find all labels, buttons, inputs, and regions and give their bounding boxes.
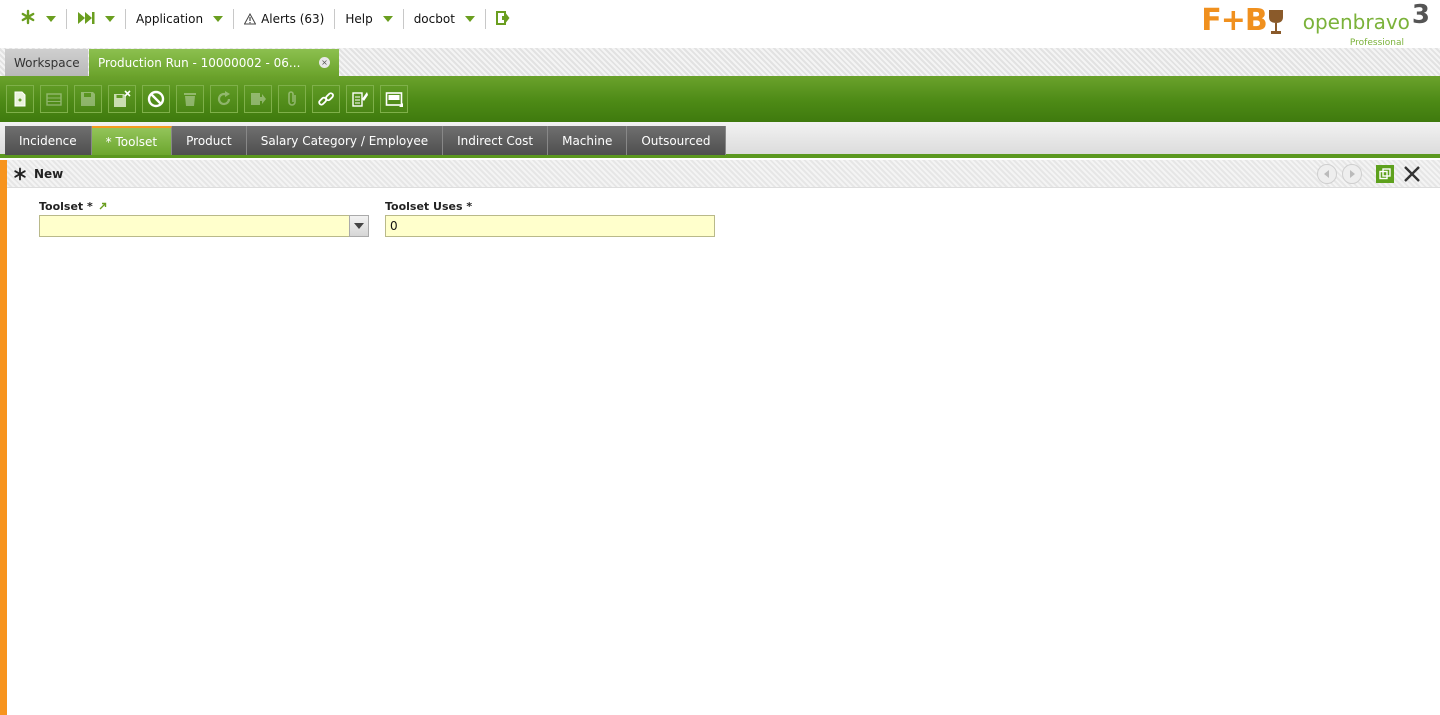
toolset-uses-input[interactable] [385, 215, 715, 237]
brand-area: F+B openbravo3 Professional [1201, 2, 1430, 48]
tab-salary-category-employee[interactable]: Salary Category / Employee [246, 126, 444, 155]
toolset-dropdown-button[interactable] [349, 215, 369, 237]
maximize-button[interactable] [1376, 165, 1394, 183]
grid-icon [46, 93, 62, 106]
create-star-icon [20, 9, 36, 29]
main-menu: Application Alerts (63) Help docbot [10, 8, 520, 30]
save-close-button[interactable] [108, 85, 136, 113]
close-form-button[interactable] [1402, 164, 1422, 184]
process-button[interactable] [346, 85, 374, 113]
tab-production-run[interactable]: Production Run - 10000002 - 06... × [89, 49, 339, 76]
logout-icon [495, 10, 510, 28]
chevron-down-icon [46, 16, 56, 22]
process-icon [352, 92, 368, 107]
close-tab-icon[interactable]: × [319, 57, 330, 68]
warning-icon [244, 13, 257, 25]
delete-button[interactable] [176, 85, 204, 113]
tab-label: Workspace [14, 55, 80, 70]
arrow-left-icon [1324, 170, 1329, 178]
product-version: 3 [1411, 0, 1430, 30]
tab-layout-button[interactable] [380, 85, 408, 113]
open-link-arrow-icon[interactable] [99, 202, 107, 210]
save-icon [81, 92, 95, 106]
attach-button[interactable] [278, 85, 306, 113]
toolset-label: Toolset * [39, 200, 107, 213]
quick-create-menu[interactable] [10, 9, 67, 29]
form-status-title: New [34, 166, 64, 181]
alerts-link[interactable]: Alerts (63) [234, 9, 336, 29]
application-menu[interactable]: Application [126, 9, 235, 29]
alerts-label: Alerts (63) [261, 12, 325, 26]
client-logo: F+B [1201, 6, 1285, 36]
close-icon [1404, 166, 1420, 182]
tab-outsourced[interactable]: Outsourced [627, 126, 726, 155]
logout-button[interactable] [486, 9, 520, 29]
tab-indirect-cost[interactable]: Indirect Cost [443, 126, 549, 155]
fast-forward-icon [77, 11, 95, 28]
attach-icon [288, 91, 296, 106]
help-menu-label: Help [345, 12, 373, 26]
chevron-down-icon [105, 16, 115, 22]
refresh-icon [217, 91, 231, 106]
client-logo-text: F+B [1201, 3, 1267, 38]
tab-incidence[interactable]: Incidence [5, 126, 92, 155]
user-menu-label: docbot [413, 12, 455, 26]
child-tabs: Incidence * Toolset Product Salary Categ… [5, 126, 726, 155]
new-record-button[interactable] [6, 85, 34, 113]
window-tab-bar: Workspace Production Run - 10000002 - 06… [0, 48, 1440, 76]
toolset-label-text: Toolset * [39, 200, 93, 213]
new-record-star-icon [14, 167, 26, 180]
chevron-down-icon [382, 16, 393, 22]
arrow-right-icon [1350, 170, 1355, 178]
tab-product[interactable]: Product [172, 126, 247, 155]
help-menu[interactable]: Help [335, 9, 404, 29]
user-menu[interactable]: docbot [404, 9, 486, 29]
new-document-icon [14, 91, 26, 107]
application-menu-label: Application [136, 12, 204, 26]
quick-launch-menu[interactable] [67, 9, 126, 29]
undo-button[interactable] [142, 85, 170, 113]
grid-view-button[interactable] [40, 85, 68, 113]
form-header-actions [1312, 164, 1422, 184]
child-tab-bar: Incidence * Toolset Product Salary Categ… [0, 122, 1440, 158]
top-navigation-bar: Application Alerts (63) Help docbot F+B [0, 0, 1440, 48]
tab-label: Production Run - 10000002 - 06... [98, 55, 301, 70]
link-icon [318, 92, 334, 106]
delete-icon [184, 93, 196, 106]
chevron-down-icon [464, 16, 475, 22]
refresh-button[interactable] [210, 85, 238, 113]
previous-record-button[interactable] [1317, 164, 1337, 184]
export-icon [251, 93, 266, 105]
tab-layout-icon [385, 92, 403, 107]
toolset-combo-input[interactable] [39, 215, 350, 237]
tab-workspace[interactable]: Workspace [5, 49, 88, 76]
active-form-indicator [0, 160, 7, 715]
undo-icon [147, 90, 165, 108]
export-button[interactable] [244, 85, 272, 113]
toolset-uses-label: Toolset Uses * [385, 200, 473, 213]
record-toolbar [0, 76, 1440, 122]
chevron-down-icon [213, 16, 224, 22]
link-button[interactable] [312, 85, 340, 113]
tab-toolset[interactable]: * Toolset [91, 126, 173, 155]
save-button[interactable] [74, 85, 102, 113]
openbravo-logo: openbravo3 Professional [1303, 2, 1430, 48]
save-close-icon [114, 90, 131, 107]
wine-glass-icon [1268, 10, 1283, 34]
next-record-button[interactable] [1342, 164, 1362, 184]
tab-machine[interactable]: Machine [548, 126, 628, 155]
maximize-icon [1379, 168, 1391, 180]
form-header: New [7, 160, 1440, 188]
chevron-down-icon [354, 223, 364, 229]
